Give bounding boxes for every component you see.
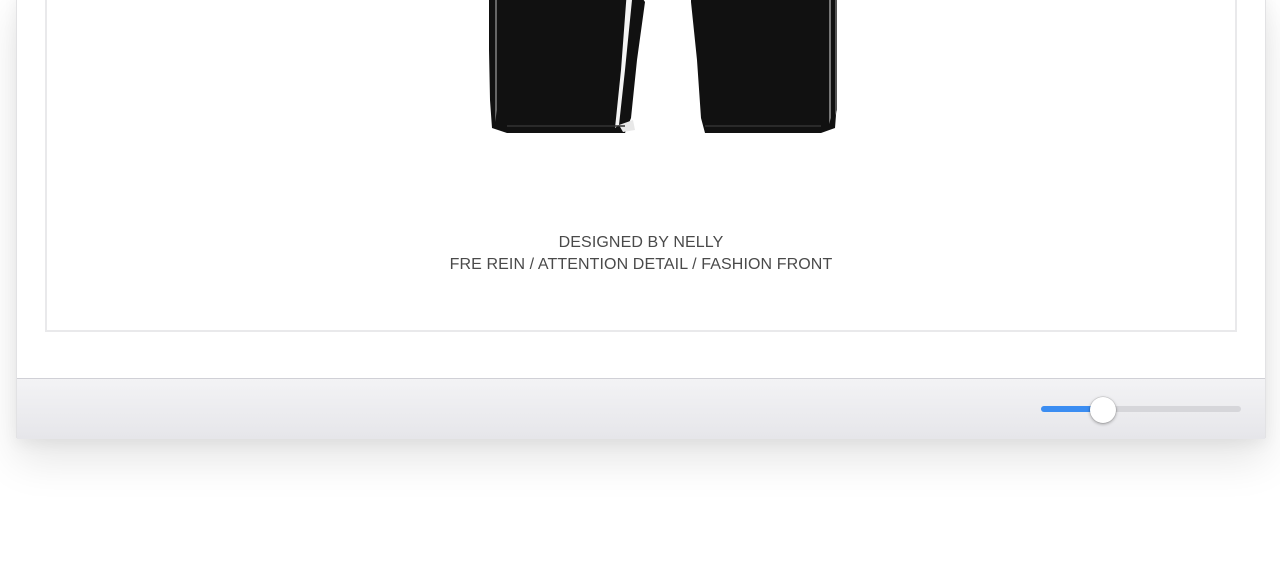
- content-area: DESIGNED BY NELLY FRE REIN / ATTENTION D…: [17, 0, 1265, 378]
- app-window: DESIGNED BY NELLY FRE REIN / ATTENTION D…: [16, 0, 1266, 439]
- bottom-toolbar: [17, 378, 1265, 439]
- designer-caption: DESIGNED BY NELLY: [558, 234, 724, 251]
- product-card: DESIGNED BY NELLY FRE REIN / ATTENTION D…: [45, 0, 1237, 332]
- zoom-slider[interactable]: [1041, 397, 1243, 423]
- slider-thumb[interactable]: [1090, 397, 1116, 423]
- tagline-caption: FRE REIN / ATTENTION DETAIL / FASHION FR…: [449, 256, 833, 273]
- shorts-garment-image: [489, 0, 837, 133]
